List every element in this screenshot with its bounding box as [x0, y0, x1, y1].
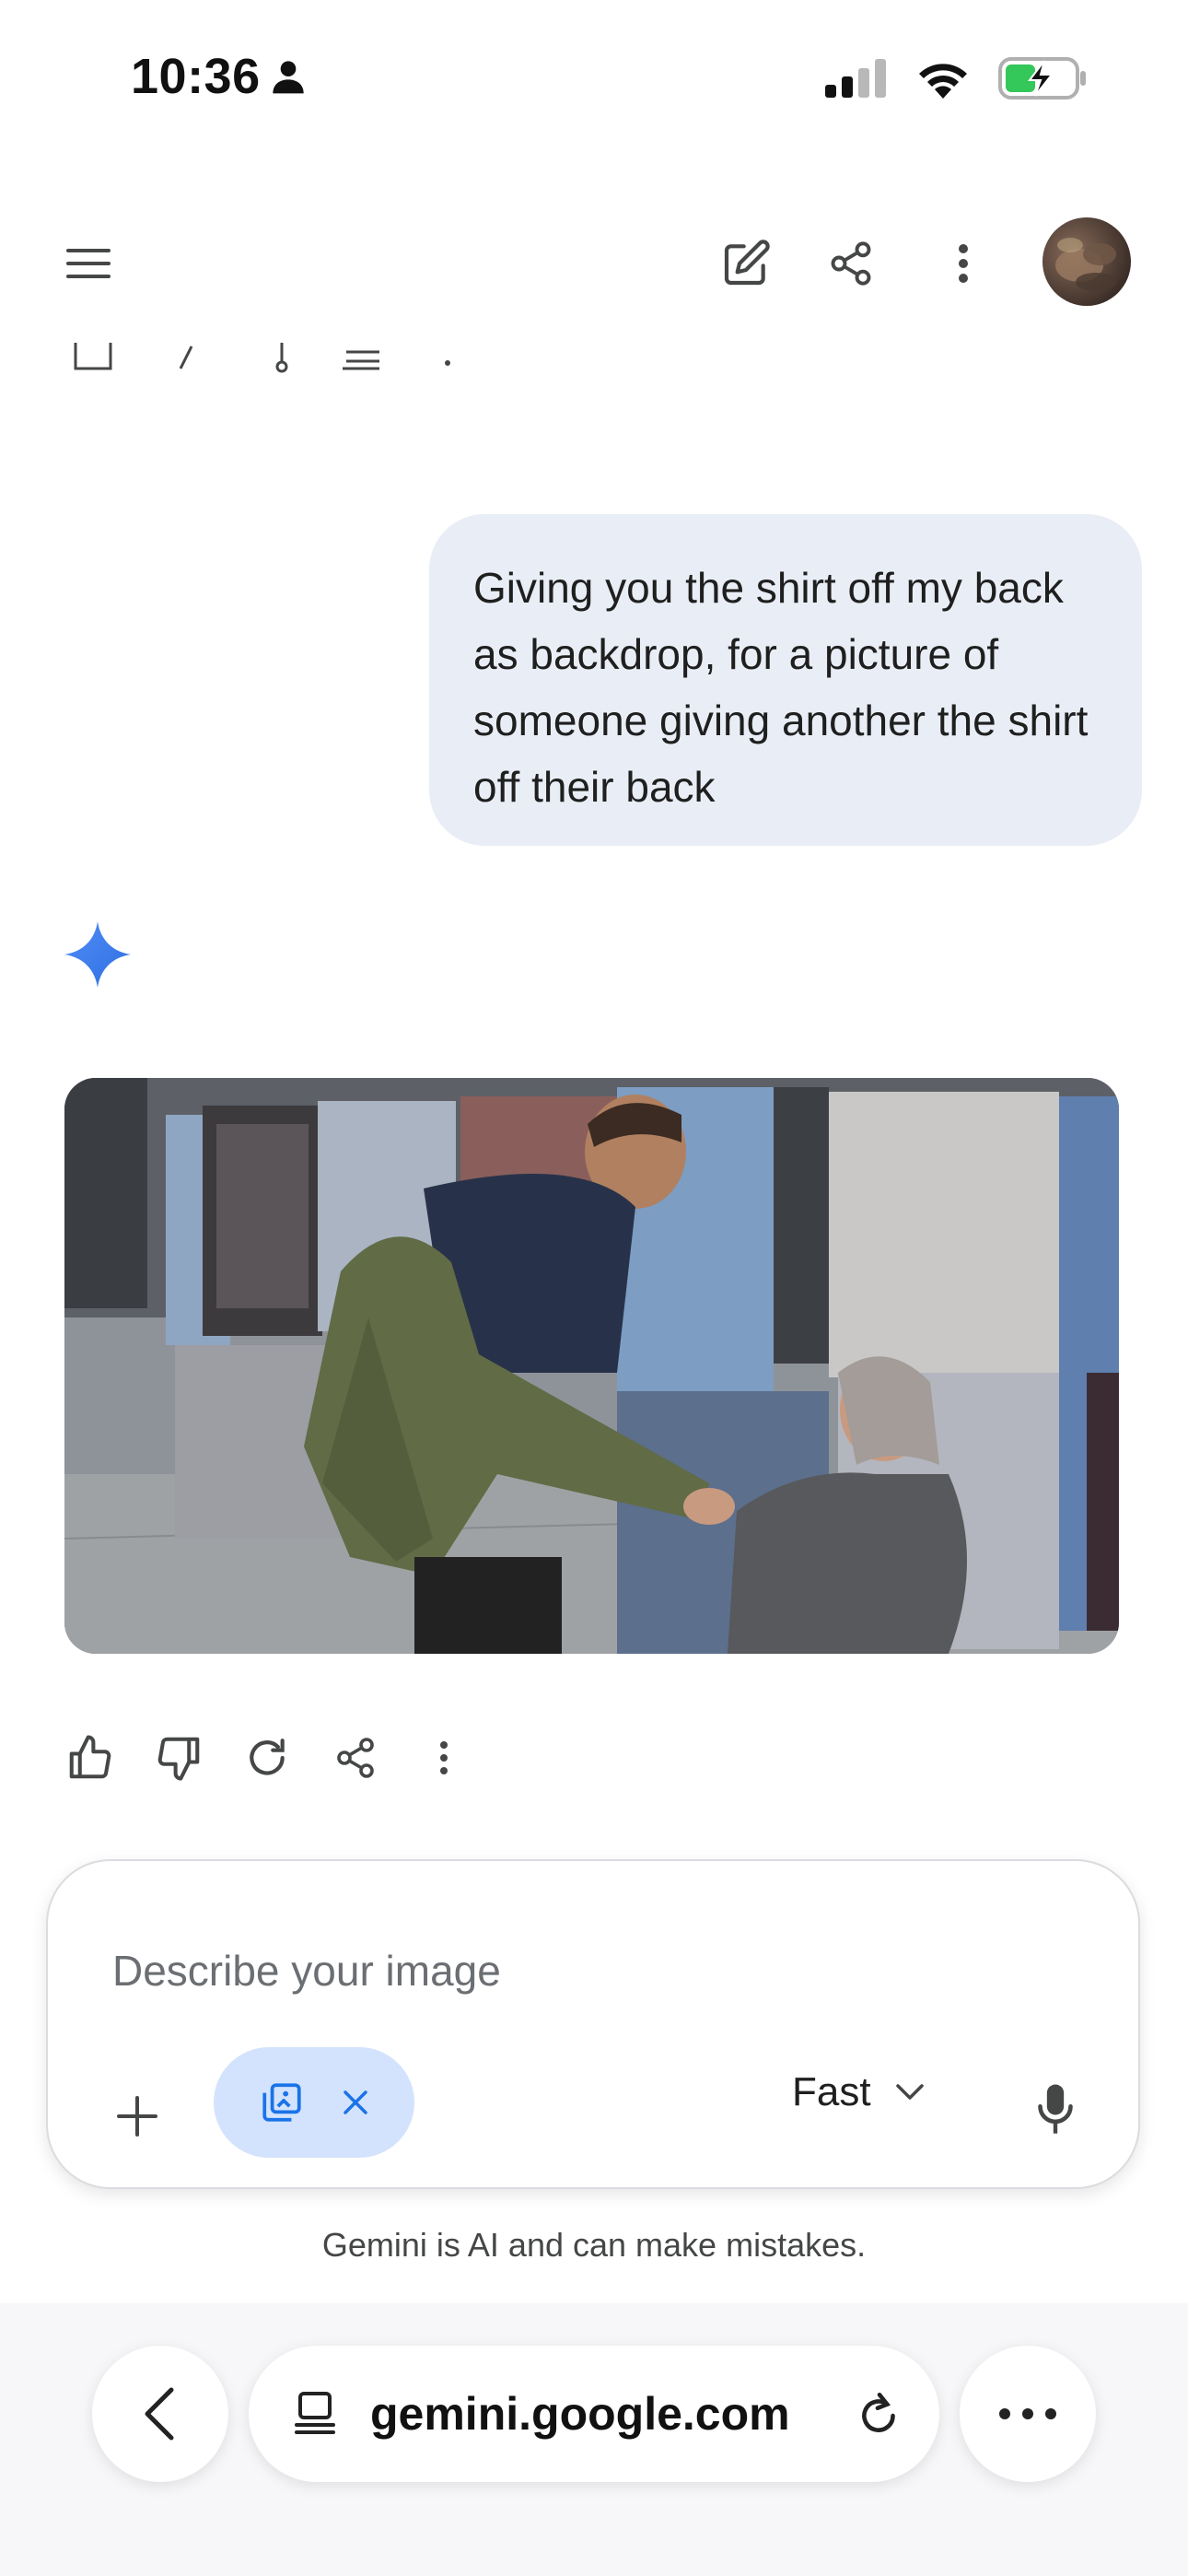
mode-label: Fast: [792, 2069, 871, 2114]
status-icons: [825, 57, 1087, 100]
image-gen-icon: [262, 2083, 301, 2122]
more-horiz-icon: [999, 2408, 1056, 2419]
image-tool-chip[interactable]: [214, 2047, 414, 2158]
response-actions: [64, 1732, 470, 1784]
gemini-spark-icon: [64, 921, 131, 988]
wifi-icon: [919, 64, 967, 99]
avatar[interactable]: [1042, 217, 1131, 306]
back-icon: [145, 2387, 174, 2441]
more-vert-icon[interactable]: [926, 227, 1000, 300]
thumbs-up-icon[interactable]: [64, 1732, 116, 1784]
person-icon: [272, 61, 304, 94]
menu-icon[interactable]: [52, 227, 125, 300]
edit-icon[interactable]: [709, 227, 783, 300]
tabs-icon: [295, 2392, 335, 2434]
share-icon[interactable]: [330, 1732, 381, 1784]
share-icon[interactable]: [814, 227, 888, 300]
regenerate-icon[interactable]: [241, 1732, 293, 1784]
status-time: 10:36: [131, 48, 307, 105]
url-text: gemini.google.com: [370, 2388, 790, 2440]
generated-image[interactable]: [64, 1078, 1119, 1654]
prompt-input[interactable]: [112, 1938, 941, 2003]
mic-icon: [1038, 2084, 1073, 2134]
prompt-composer: Fast: [46, 1859, 1140, 2189]
address-bar[interactable]: gemini.google.com: [249, 2346, 939, 2482]
battery-charging-icon: [998, 57, 1086, 100]
close-icon[interactable]: [342, 2089, 369, 2116]
disclaimer: Gemini is AI and can make mistakes.: [321, 2226, 867, 2264]
chevron-down-icon: [895, 2084, 924, 2100]
browser-back-button[interactable]: [92, 2346, 228, 2482]
reload-icon[interactable]: [856, 2389, 903, 2439]
thumbs-down-icon[interactable]: [153, 1732, 204, 1784]
plus-icon: [117, 2096, 157, 2137]
add-attachment-button[interactable]: [105, 2084, 169, 2149]
user-message-bubble: Giving you the shirt off my back as back…: [429, 514, 1142, 846]
time-text: 10:36: [131, 49, 261, 104]
browser-more-button[interactable]: [960, 2346, 1096, 2482]
cellular-signal-icon: [825, 59, 886, 98]
scrolled-toolbar-remnant: [70, 343, 494, 374]
mode-selector[interactable]: Fast: [792, 2069, 925, 2115]
user-message-text: Giving you the shirt off my back as back…: [473, 564, 1089, 811]
mic-button[interactable]: [1026, 2073, 1085, 2147]
more-vert-icon[interactable]: [418, 1732, 470, 1784]
